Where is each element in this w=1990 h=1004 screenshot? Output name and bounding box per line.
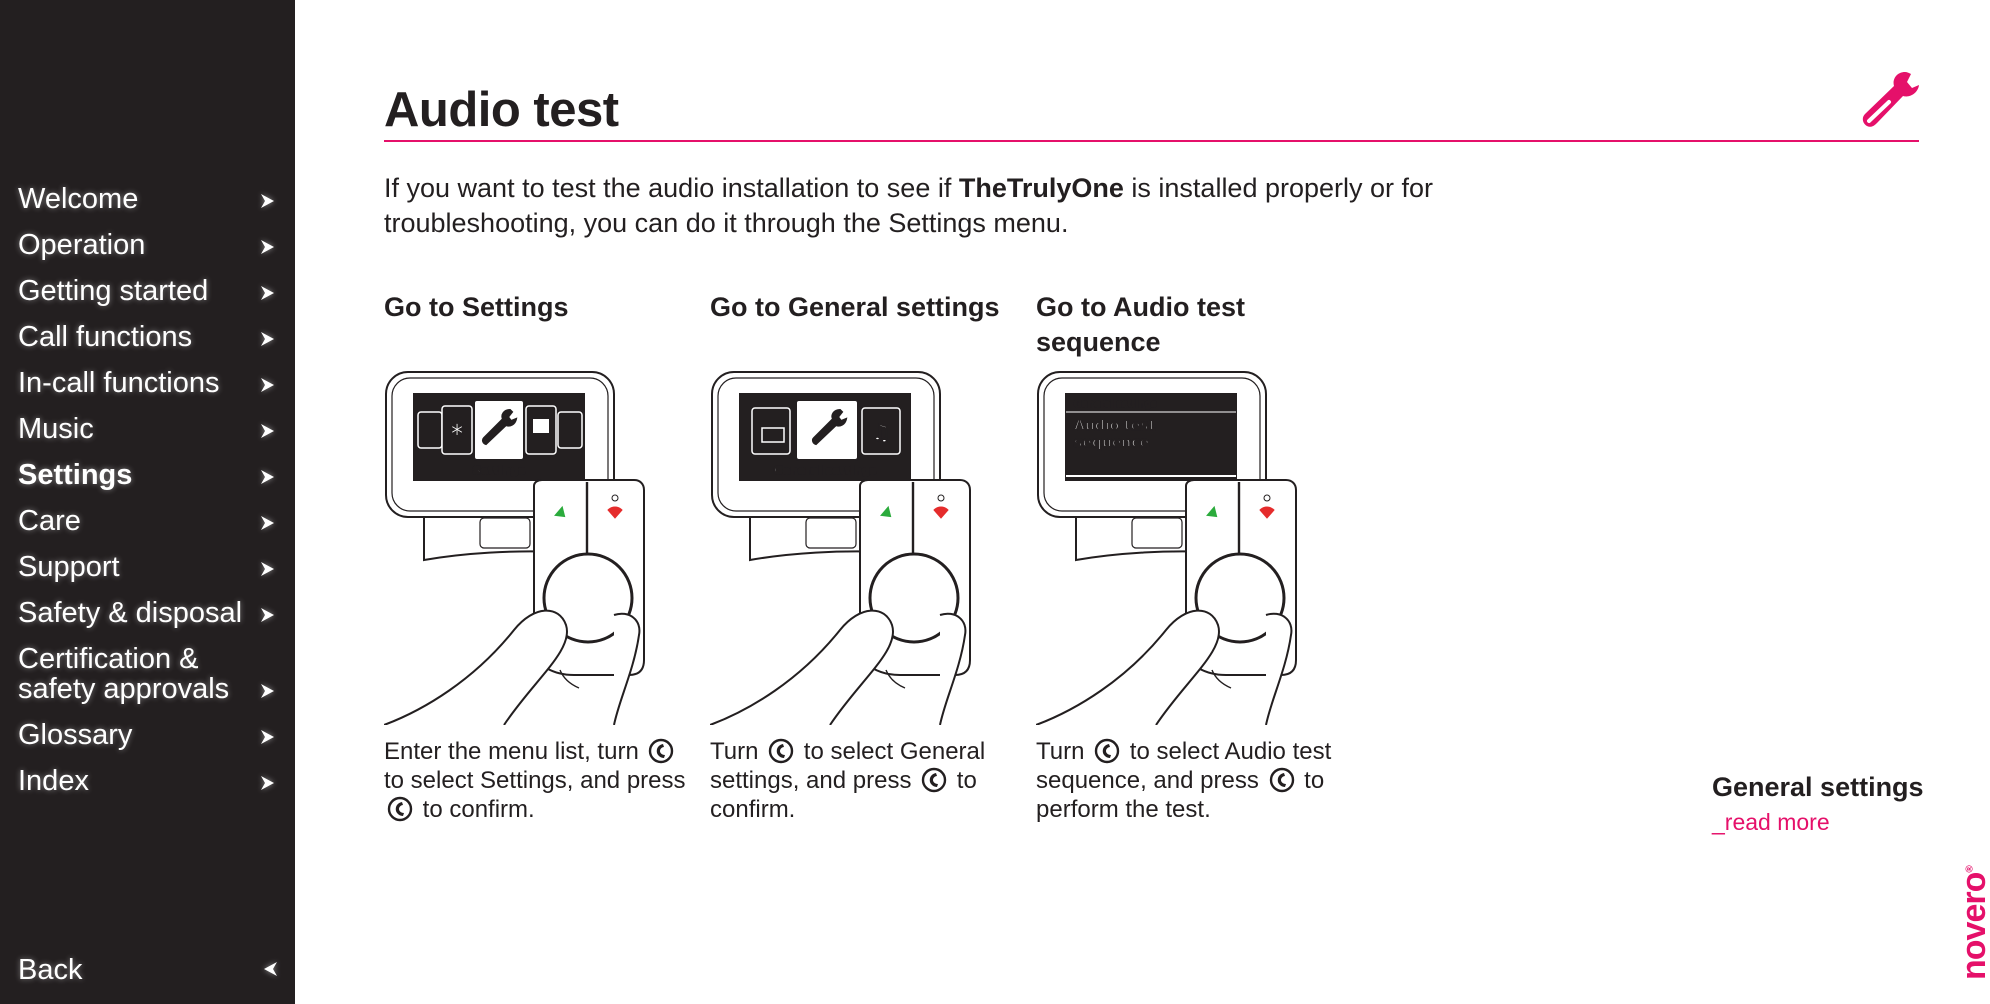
chevron-right-icon bbox=[261, 684, 274, 698]
svg-text:Audio test: Audio test bbox=[1074, 418, 1156, 434]
sidebar-item-call-functions[interactable]: Call functions bbox=[18, 306, 280, 352]
sidebar-item-index[interactable]: Index bbox=[18, 750, 280, 796]
sidebar-item-label: Settings bbox=[18, 459, 133, 491]
sidebar: Welcome Operation Getting started Call func… bbox=[0, 0, 295, 1004]
step-3: Go to Audio test sequence General settin… bbox=[1035, 290, 1346, 823]
chevron-right-icon bbox=[261, 776, 274, 790]
chevron-right-icon bbox=[261, 470, 274, 484]
sidebar-item-in-call-functions[interactable]: In-call functions bbox=[18, 352, 280, 398]
chevron-right-icon bbox=[261, 424, 274, 438]
sidebar-item-getting-started[interactable]: Getting started bbox=[18, 260, 280, 306]
sidebar-item-safety-disposal[interactable]: Safety & disposal bbox=[18, 582, 280, 628]
sidebar-item-label: Operation bbox=[18, 229, 146, 261]
rotary-knob-icon bbox=[387, 796, 413, 822]
intro-text: If you want to test the audio installati… bbox=[384, 171, 1484, 241]
back-label: Back bbox=[18, 954, 83, 986]
title-divider bbox=[384, 140, 1919, 142]
rotary-knob-icon bbox=[921, 767, 947, 793]
sidebar-item-support[interactable]: Support bbox=[18, 536, 280, 582]
caption-text: Turn bbox=[710, 738, 766, 765]
step-heading: Go to Settings bbox=[384, 292, 569, 322]
sidebar-item-care[interactable]: Care bbox=[18, 490, 280, 536]
chevron-right-icon bbox=[261, 516, 274, 530]
product-name: TheTrulyOne bbox=[958, 173, 1124, 203]
novero-logo: novero® bbox=[1955, 866, 1990, 980]
registered-mark: ® bbox=[1964, 866, 1976, 873]
chevron-right-icon bbox=[261, 730, 274, 744]
sidebar-item-label: Welcome bbox=[18, 183, 139, 215]
svg-text:sequence: sequence bbox=[1074, 435, 1149, 451]
device-illustration: ♫ General settings bbox=[709, 371, 971, 726]
rotary-knob-icon bbox=[1094, 738, 1120, 764]
read-more-link[interactable]: _read more bbox=[1712, 809, 1924, 836]
chevron-left-icon bbox=[264, 962, 277, 976]
device-illustration: ✱ Settings bbox=[383, 371, 645, 726]
device-illustration: ♫ General settings bbox=[709, 370, 980, 726]
sidebar-item-label: Support bbox=[18, 551, 120, 583]
chevron-right-icon bbox=[261, 332, 274, 346]
device-illustration: General settings Audio test sequence bbox=[1035, 370, 1306, 726]
device-illustration: General settings Audio test sequence bbox=[1035, 371, 1297, 726]
sidebar-item-certification-safety-approvals[interactable]: Certification & safety approvals bbox=[18, 628, 280, 704]
back-button[interactable]: Back bbox=[18, 955, 280, 985]
svg-text:General settings: General settings bbox=[1074, 399, 1156, 410]
caption-text: to confirm. bbox=[416, 796, 535, 823]
sidebar-item-label: Index bbox=[18, 765, 89, 797]
step-1: Go to Settings ✱ Settings Enter the menu… bbox=[383, 290, 694, 823]
chevron-right-icon bbox=[261, 378, 274, 392]
sidebar-item-glossary[interactable]: Glossary bbox=[18, 704, 280, 750]
sidebar-item-label: Music bbox=[18, 413, 94, 445]
step-heading: Go to General settings bbox=[710, 292, 1000, 322]
svg-text:✱: ✱ bbox=[449, 420, 464, 441]
step-caption: Turn to select General settings, and pre… bbox=[710, 737, 1030, 824]
chevron-right-icon bbox=[261, 562, 274, 576]
sidebar-item-music[interactable]: Music bbox=[18, 398, 280, 444]
wrench-icon bbox=[1862, 72, 1919, 127]
rotary-knob-icon bbox=[1269, 767, 1294, 793]
device-illustration: ✱ Settings bbox=[383, 370, 654, 726]
sidebar-item-label: Care bbox=[18, 505, 81, 537]
caption-text: Enter the menu list, turn bbox=[384, 738, 646, 765]
sidebar-item-operation[interactable]: Operation bbox=[18, 214, 280, 260]
screen-label: Settings bbox=[473, 464, 525, 477]
sidebar-item-label: Getting started bbox=[18, 275, 209, 307]
step-caption: Enter the menu list, turn to select Sett… bbox=[384, 737, 704, 824]
caption-text: Turn bbox=[1036, 738, 1092, 765]
sidebar-item-label: Certification & safety approvals bbox=[18, 643, 230, 705]
sidebar-item-welcome[interactable]: Welcome bbox=[18, 168, 280, 214]
chevron-right-icon bbox=[261, 286, 274, 300]
logo-text: novero bbox=[1955, 872, 1990, 980]
sidebar-nav: Welcome Operation Getting started Call func… bbox=[18, 168, 280, 796]
rotary-knob-icon bbox=[768, 738, 794, 764]
see-also-title: General settings bbox=[1712, 772, 1924, 802]
step-caption: Turn to select Audio test sequence, and … bbox=[1036, 737, 1356, 824]
sidebar-item-label: Glossary bbox=[18, 719, 133, 751]
chevron-right-icon bbox=[261, 240, 274, 254]
page-title: Audio test bbox=[384, 83, 619, 137]
sidebar-item-label: In-call functions bbox=[18, 367, 220, 399]
caption-text: to select Settings, and press bbox=[384, 767, 686, 794]
sidebar-item-label: Call functions bbox=[18, 321, 193, 353]
step-2: Go to General settings ♫ General setting… bbox=[709, 290, 1020, 823]
chevron-right-icon bbox=[261, 608, 274, 622]
sidebar-item-settings[interactable]: Settings bbox=[18, 444, 280, 490]
intro-text-part: If you want to test the audio installati… bbox=[384, 173, 959, 203]
step-heading: Go to Audio test sequence bbox=[1036, 292, 1245, 357]
sidebar-item-label: Safety & disposal bbox=[18, 597, 243, 629]
svg-text:General settings: General settings bbox=[774, 464, 877, 477]
svg-text:♫: ♫ bbox=[871, 421, 891, 446]
rotary-knob-icon bbox=[649, 738, 674, 764]
see-also-box: General settings _read more bbox=[1712, 772, 1924, 836]
chevron-right-icon bbox=[261, 194, 274, 208]
